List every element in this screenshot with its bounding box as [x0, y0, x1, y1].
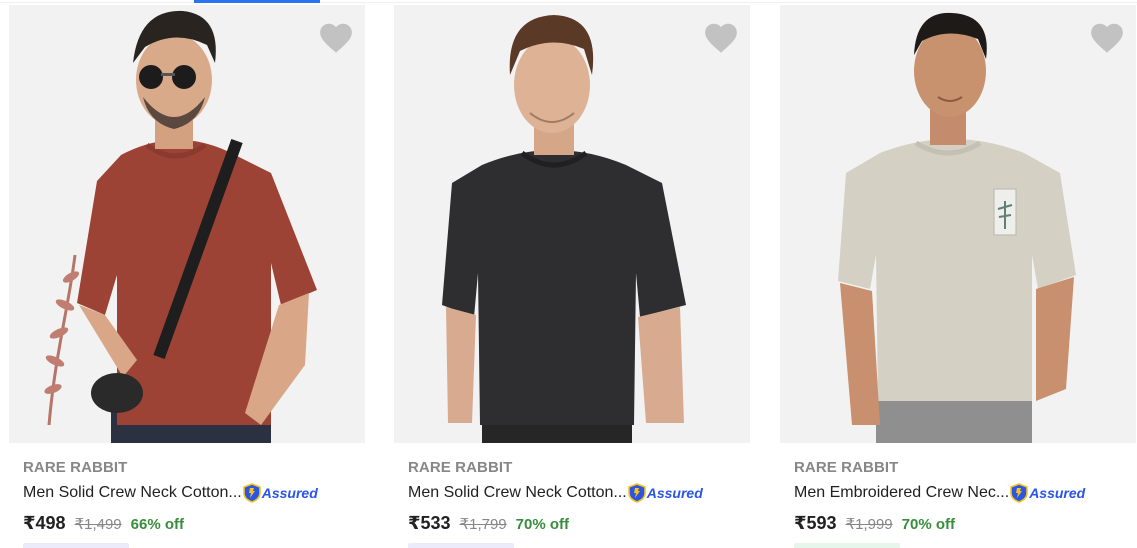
price-row: ₹498 ₹1,499 66% off	[23, 513, 184, 534]
product-image[interactable]	[9, 5, 365, 443]
assured-shield-icon	[1010, 483, 1028, 503]
product-title[interactable]: Men Solid Crew Neck Cotton...	[23, 484, 242, 502]
product-photo-beige-tshirt[interactable]	[780, 5, 1136, 443]
product-title[interactable]: Men Embroidered Crew Nec...	[794, 484, 1009, 502]
assured-shield-icon	[242, 483, 261, 503]
heart-icon[interactable]	[702, 19, 740, 57]
product-brand: RARE RABBIT	[23, 459, 128, 476]
offer-chip	[794, 543, 900, 548]
original-price: ₹1,999	[845, 516, 893, 533]
price-row: ₹533 ₹1,799 70% off	[408, 513, 569, 534]
active-tab-indicator	[194, 0, 320, 3]
product-image[interactable]	[780, 5, 1136, 443]
assured-label: Assured	[261, 485, 318, 501]
product-photo-rust-tshirt[interactable]	[9, 5, 365, 443]
heart-icon[interactable]	[1088, 19, 1126, 57]
product-photo-black-tshirt[interactable]	[394, 5, 750, 443]
price-row: ₹593 ₹1,999 70% off	[794, 513, 955, 534]
assured-label: Assured	[646, 485, 703, 501]
product-brand: RARE RABBIT	[794, 459, 899, 476]
assured-badge: Assured	[242, 483, 318, 503]
offer-chip	[408, 543, 514, 548]
product-card[interactable]: RARE RABBIT Men Embroidered Crew Nec... …	[780, 5, 1136, 548]
discount-percent: 70% off	[515, 516, 569, 533]
original-price: ₹1,499	[74, 516, 122, 533]
assured-badge: Assured	[627, 483, 703, 503]
heart-icon[interactable]	[317, 19, 355, 57]
offer-chip	[23, 543, 129, 548]
product-title[interactable]: Men Solid Crew Neck Cotton...	[408, 484, 627, 502]
assured-label: Assured	[1029, 485, 1086, 501]
selling-price: ₹498	[23, 513, 66, 533]
discount-percent: 66% off	[130, 516, 184, 533]
selling-price: ₹593	[794, 513, 837, 533]
selling-price: ₹533	[408, 513, 451, 533]
original-price: ₹1,799	[459, 516, 507, 533]
assured-shield-icon	[627, 483, 646, 503]
wishlist-button[interactable]	[317, 19, 355, 57]
product-image[interactable]	[394, 5, 750, 443]
header-divider	[0, 2, 1137, 3]
product-title-row[interactable]: Men Embroidered Crew Nec... Assured	[794, 481, 1085, 505]
wishlist-button[interactable]	[1088, 19, 1126, 57]
assured-badge: Assured	[1010, 483, 1085, 503]
discount-percent: 70% off	[901, 516, 955, 533]
product-title-row[interactable]: Men Solid Crew Neck Cotton... Assured	[408, 481, 703, 505]
wishlist-button[interactable]	[702, 19, 740, 57]
product-brand: RARE RABBIT	[408, 459, 513, 476]
product-title-row[interactable]: Men Solid Crew Neck Cotton... Assured	[23, 481, 318, 505]
product-card[interactable]: RARE RABBIT Men Solid Crew Neck Cotton..…	[9, 5, 365, 548]
product-card[interactable]: RARE RABBIT Men Solid Crew Neck Cotton..…	[394, 5, 750, 548]
